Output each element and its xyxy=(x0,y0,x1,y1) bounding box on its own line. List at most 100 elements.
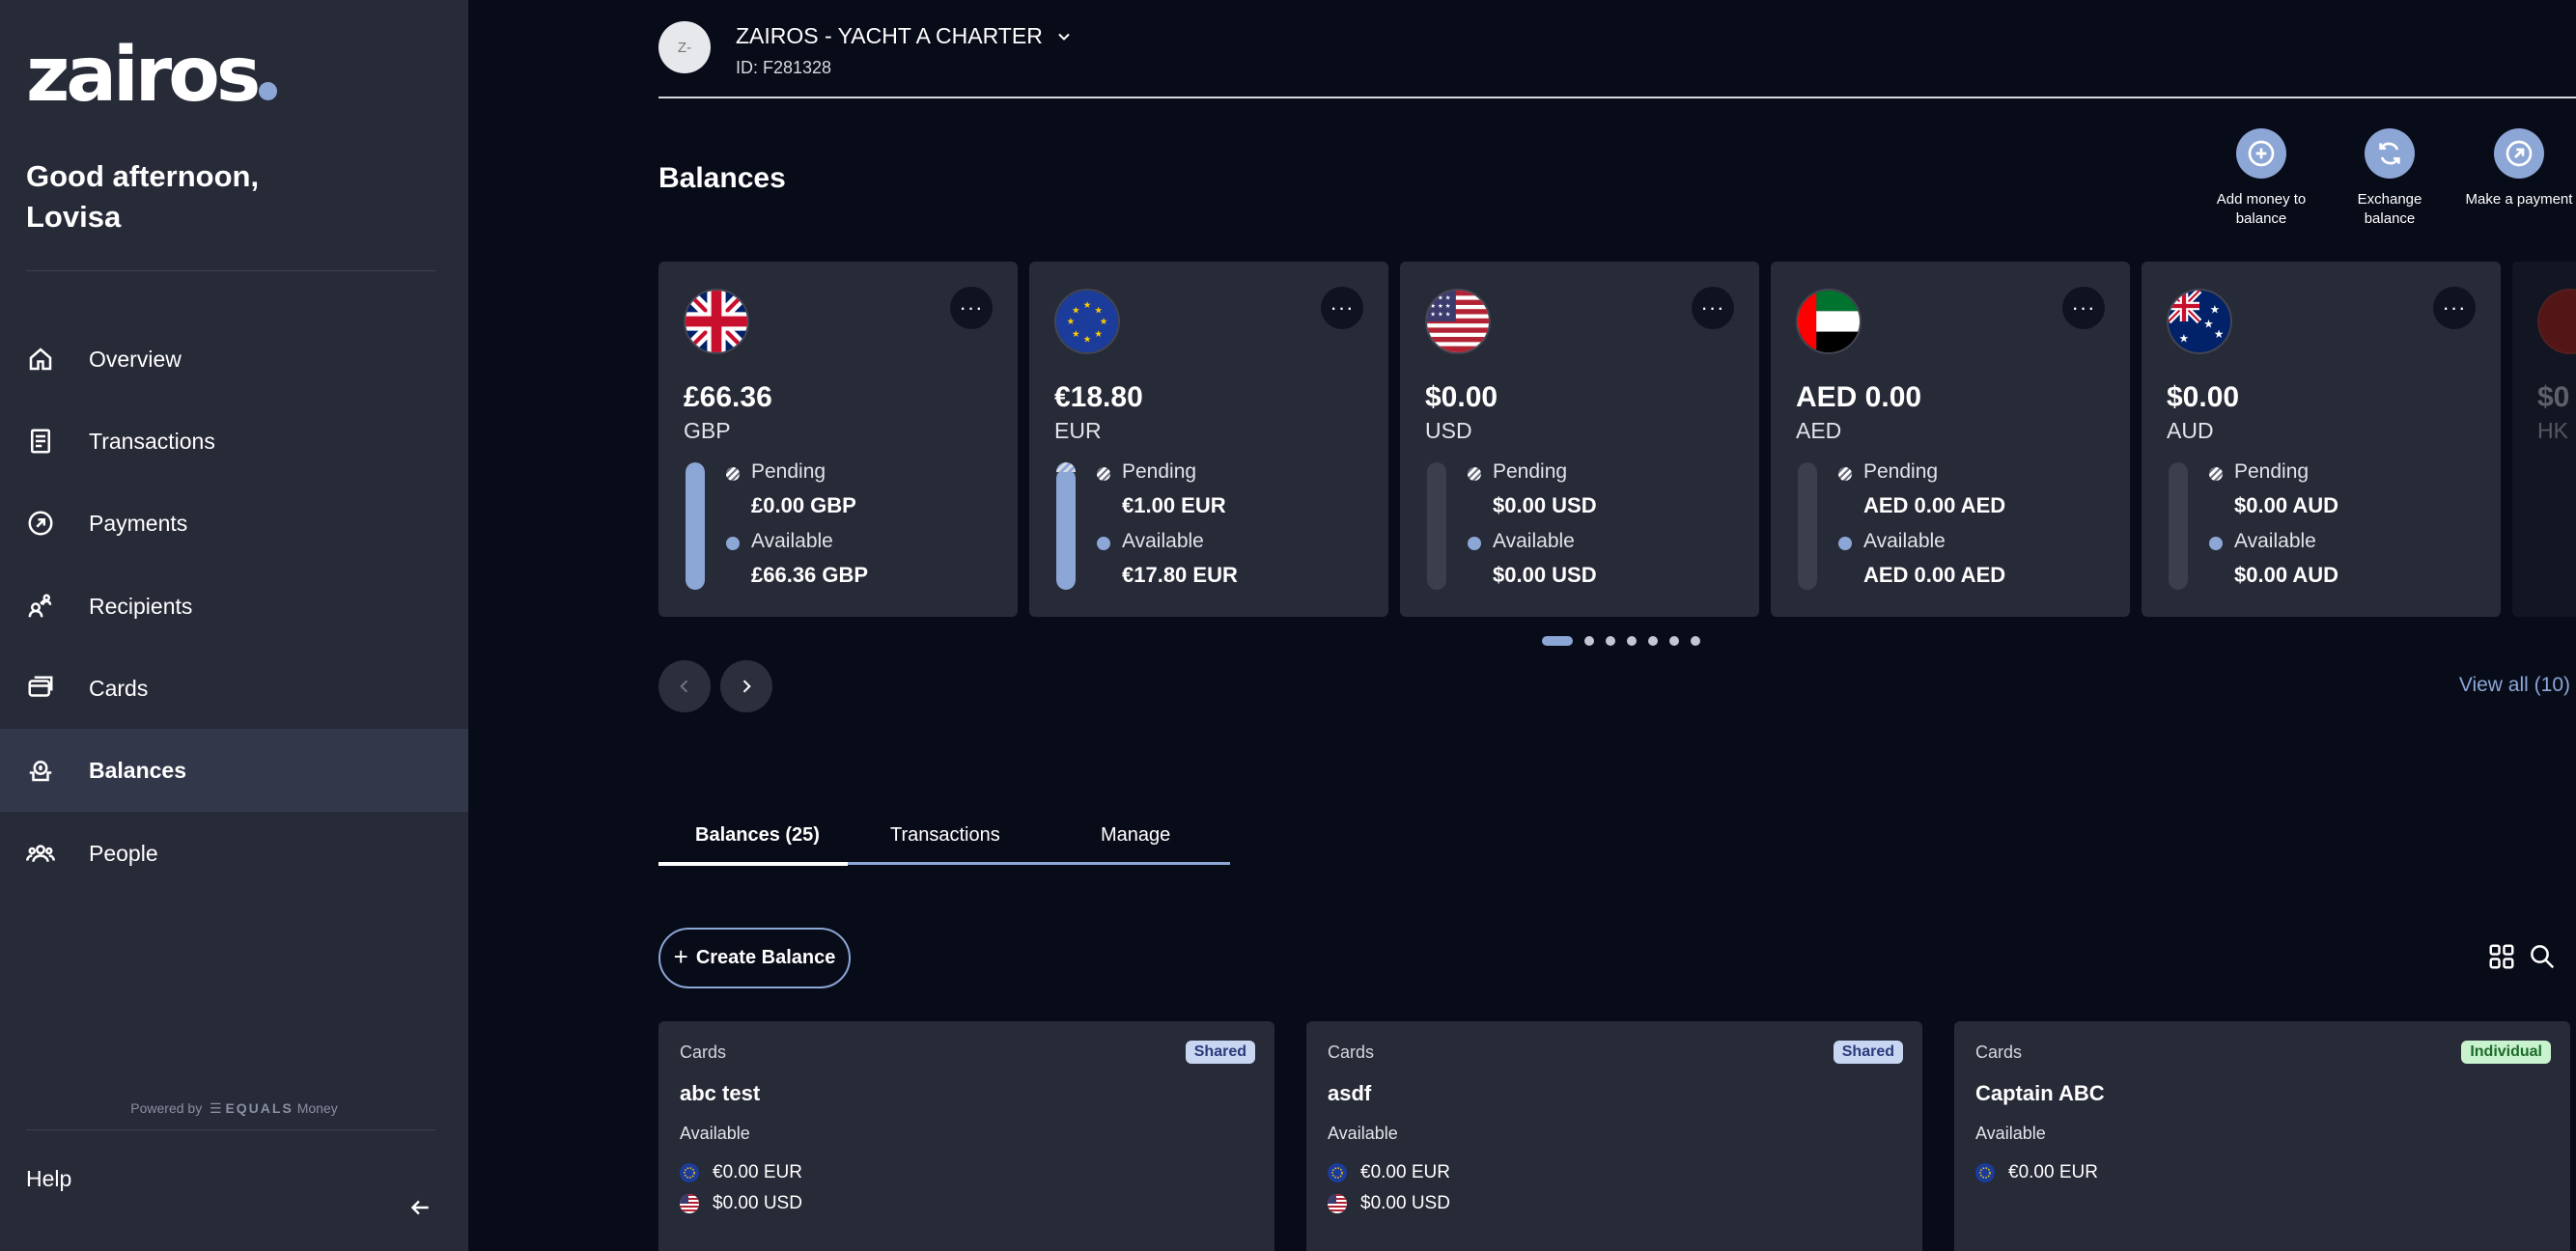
page-dot[interactable] xyxy=(1691,636,1700,646)
svg-text:★: ★ xyxy=(2203,317,2214,330)
available-legend-icon xyxy=(1838,537,1852,550)
pending-legend-icon xyxy=(1097,467,1110,481)
eu-flag-icon xyxy=(680,1163,699,1182)
create-balance-button[interactable]: + Create Balance xyxy=(658,928,851,988)
zairos-logo[interactable]: zairos xyxy=(26,38,278,113)
available-value: €17.80 EUR xyxy=(1122,563,1238,587)
balance-line: $0.00 USD xyxy=(1328,1193,1450,1214)
help-link[interactable]: Help xyxy=(26,1166,71,1192)
tab-manage[interactable]: Manage xyxy=(1101,824,1170,847)
balance-name: Captain ABC xyxy=(1975,1081,2105,1105)
us-flag-icon xyxy=(1328,1194,1347,1213)
more-options-button[interactable]: ··· xyxy=(1321,287,1363,329)
pending-legend-icon xyxy=(1838,467,1852,481)
currency-card-hkd[interactable]: $0 HK xyxy=(2512,262,2576,617)
page-dot[interactable] xyxy=(1584,636,1594,646)
more-options-button[interactable]: ··· xyxy=(2062,287,2105,329)
balance-icon xyxy=(25,755,56,786)
search-icon[interactable] xyxy=(2528,942,2557,971)
more-options-button[interactable]: ··· xyxy=(2433,287,2476,329)
page-dot[interactable] xyxy=(1669,636,1679,646)
page-dot[interactable] xyxy=(1648,636,1658,646)
pending-legend-icon xyxy=(2209,467,2223,481)
pending-label: Pending xyxy=(2234,460,2310,483)
pending-label: Pending xyxy=(1122,460,1197,483)
pending-value: AED 0.00 AED xyxy=(1863,493,2006,517)
currency-card-aed[interactable]: ··· AED 0.00 AED Pending AED 0.00 AED Av… xyxy=(1771,262,2130,617)
page-dot[interactable] xyxy=(1542,636,1573,646)
currency-card-eur[interactable]: ★ ★ ★ ★ ★ ★ ★ ★ ··· €18.80 EUR Pending €1.00 EU… xyxy=(1029,262,1388,617)
balance-tile[interactable]: Cards Individual Captain ABC Available €… xyxy=(1954,1021,2570,1251)
svg-text:★: ★ xyxy=(1094,329,1103,340)
nav-label: Recipients xyxy=(89,593,193,619)
balance-line: €0.00 EUR xyxy=(1975,1162,2098,1183)
divider xyxy=(26,270,435,271)
balance-tile[interactable]: Cards Shared asdf Available €0.00 EUR $0… xyxy=(1306,1021,1922,1251)
carousel-pagination xyxy=(1542,636,1700,646)
svg-text:★: ★ xyxy=(1083,334,1092,345)
currency-card-gbp[interactable]: ··· £66.36 GBP Pending £0.00 GBP Availab… xyxy=(658,262,1018,617)
nav-label: Payments xyxy=(89,510,188,536)
balance-bar xyxy=(1798,462,1817,590)
svg-text:★: ★ xyxy=(1067,317,1076,327)
au-flag-icon: ★ ★ ★ ★ xyxy=(2167,289,2232,354)
account-name[interactable]: ZAIROS - YACHT A CHARTER xyxy=(736,23,1074,49)
nav-overview[interactable]: Overview xyxy=(0,318,468,401)
svg-text:★: ★ xyxy=(1083,300,1092,311)
page-dot[interactable] xyxy=(1627,636,1637,646)
balance-type: Cards xyxy=(1975,1042,2023,1062)
more-options-button[interactable]: ··· xyxy=(1692,287,1734,329)
individual-badge: Individual xyxy=(2461,1041,2551,1064)
powered-by: Powered by ☰ EQUALS Money xyxy=(0,1100,468,1117)
currency-code: GBP xyxy=(684,418,731,443)
balance-name: abc test xyxy=(680,1081,761,1105)
currency-card-aud[interactable]: ★ ★ ★ ★ ··· $0.00 AUD Pending $0.00 AUD Ava… xyxy=(2142,262,2501,617)
powered-brand: EQUALS xyxy=(225,1100,294,1116)
grid-view-icon[interactable] xyxy=(2487,942,2516,971)
nav-recipients[interactable]: Recipients xyxy=(0,565,468,648)
make-payment-button[interactable]: Make a payment xyxy=(2451,128,2576,209)
greeting: Good afternoon, Lovisa xyxy=(26,156,432,237)
powered-brand-suffix: Money xyxy=(296,1100,338,1116)
active-tab-indicator xyxy=(658,862,848,866)
balance-line-value: $0.00 USD xyxy=(1360,1193,1450,1213)
nav-label: Overview xyxy=(89,346,182,372)
currency-card-usd[interactable]: ★ ★ ★ ★ ★ ★ ★ ★ ★ ··· $0.00 USD Pending $0… xyxy=(1400,262,1759,617)
available-label: Available xyxy=(2234,530,2316,552)
balance-tile[interactable]: Cards Shared abc test Available €0.00 EU… xyxy=(658,1021,1274,1251)
add-money-button[interactable]: Add money to balance xyxy=(2194,128,2329,229)
nav-label: Balances xyxy=(89,757,187,783)
shared-badge: Shared xyxy=(1185,1041,1255,1064)
nav-cards[interactable]: Cards xyxy=(0,647,468,730)
eu-flag-icon xyxy=(1975,1163,1995,1182)
balance-line-value: $0.00 USD xyxy=(713,1193,802,1213)
equals-logo-icon: ☰ xyxy=(206,1100,222,1116)
nav-balances[interactable]: Balances xyxy=(0,729,468,812)
available-fill xyxy=(1056,469,1076,590)
pending-fill xyxy=(1056,462,1076,472)
us-flag-icon: ★ ★ ★ ★ ★ ★ ★ ★ ★ xyxy=(1425,289,1491,354)
more-options-button[interactable]: ··· xyxy=(950,287,993,329)
balance-amount: $0.00 xyxy=(1425,381,1498,413)
available-label: Available xyxy=(1122,530,1204,552)
available-legend-icon xyxy=(726,537,740,550)
carousel-next-button[interactable] xyxy=(720,660,772,712)
svg-text:★: ★ xyxy=(1100,317,1108,327)
nav-people[interactable]: People xyxy=(0,812,468,895)
svg-text:★ ★ ★: ★ ★ ★ xyxy=(1430,311,1451,319)
tab-transactions[interactable]: Transactions xyxy=(890,824,1000,847)
available-value: $0.00 USD xyxy=(1493,563,1597,587)
available-value: AED 0.00 AED xyxy=(1863,563,2006,587)
pending-label: Pending xyxy=(1863,460,1939,483)
view-all-link[interactable]: View all (10) xyxy=(2459,674,2570,697)
tab-balances[interactable]: Balances (25) xyxy=(695,824,820,847)
home-icon xyxy=(25,344,56,375)
balance-line-value: €0.00 EUR xyxy=(2008,1162,2098,1182)
carousel-prev-button[interactable] xyxy=(658,660,711,712)
collapse-sidebar-button[interactable] xyxy=(406,1193,434,1222)
page-dot[interactable] xyxy=(1606,636,1615,646)
nav-payments[interactable]: Payments xyxy=(0,482,468,565)
exchange-balance-button[interactable]: Exchange balance xyxy=(2322,128,2457,229)
pending-value: £0.00 GBP xyxy=(751,493,856,517)
nav-transactions[interactable]: Transactions xyxy=(0,400,468,483)
